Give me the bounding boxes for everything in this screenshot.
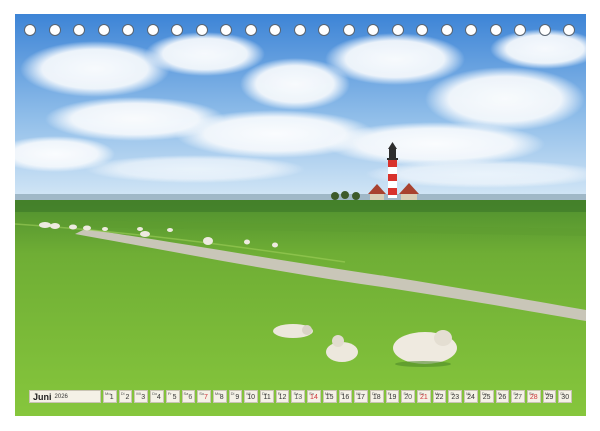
day-number: 9 xyxy=(235,394,240,401)
weekday-abbr: Fr xyxy=(167,391,172,396)
day-number: 22 xyxy=(435,394,444,401)
day-number: 17 xyxy=(357,394,365,401)
calendar-day: Fr 19 xyxy=(385,390,400,403)
calendar-day: So 21 xyxy=(417,390,431,403)
calendar-day: Mi 24 xyxy=(464,390,478,403)
day-number: 18 xyxy=(372,394,381,401)
binding-ring xyxy=(538,24,551,36)
day-number: 14 xyxy=(310,394,318,401)
calendar-day: Mi 3 xyxy=(134,390,149,403)
binding-ring xyxy=(465,24,477,36)
day-number: 23 xyxy=(451,394,460,401)
day-number: 27 xyxy=(514,394,522,401)
day-number: 11 xyxy=(263,394,271,401)
day-number: 19 xyxy=(388,394,397,401)
binding-ring xyxy=(97,24,110,36)
calendar-day: Sa 20 xyxy=(401,390,416,403)
day-number: 13 xyxy=(294,394,303,401)
year-label: 2026 xyxy=(54,394,68,400)
binding-rings xyxy=(15,24,586,38)
day-number: 30 xyxy=(561,394,570,401)
binding-ring xyxy=(269,24,281,36)
calendar-day: Sa 27 xyxy=(511,390,525,403)
day-number: 6 xyxy=(188,394,193,401)
binding-ring xyxy=(146,24,159,36)
calendar-day: Sa 6 xyxy=(181,390,196,403)
day-number: 4 xyxy=(156,394,161,401)
binding-ring xyxy=(73,24,85,36)
calendar-day: Mi 10 xyxy=(244,390,259,403)
month-label-box: Juni 2026 xyxy=(29,390,101,403)
calendar-day: Di 23 xyxy=(448,390,463,403)
day-number: 8 xyxy=(219,394,224,401)
binding-ring xyxy=(416,24,428,36)
day-number: 2 xyxy=(125,394,130,401)
binding-ring xyxy=(563,24,575,36)
weekday-abbr: Mi xyxy=(136,391,141,396)
calendar-day: Di 2 xyxy=(118,390,133,403)
calendar-day: So 28 xyxy=(526,390,541,403)
day-number: 26 xyxy=(498,394,507,401)
calendar-day: Do 18 xyxy=(369,390,384,403)
calendar-day: Di 16 xyxy=(338,390,353,403)
calendar-day: Mo 8 xyxy=(212,390,227,403)
calendar-day: Sa 13 xyxy=(291,390,306,403)
binding-ring xyxy=(391,24,404,36)
calendar-day: Di 9 xyxy=(228,390,243,403)
lighthouse-meadow-scene xyxy=(15,14,586,416)
binding-ring xyxy=(293,24,306,36)
day-number: 7 xyxy=(204,394,208,401)
calendar-day: Mo 22 xyxy=(432,390,447,403)
binding-ring xyxy=(318,24,330,36)
calendar-day: Mi 17 xyxy=(354,390,368,403)
weekday-abbr: Di xyxy=(230,391,235,396)
day-number: 25 xyxy=(482,394,491,401)
day-number: 15 xyxy=(325,394,334,401)
day-number: 5 xyxy=(172,394,177,401)
calendar-day: Mo 1 xyxy=(103,390,117,403)
day-number: 1 xyxy=(109,394,114,401)
day-number: 16 xyxy=(341,394,350,401)
binding-ring xyxy=(195,24,208,36)
landscape-photo xyxy=(15,14,586,416)
calendar-day: So 7 xyxy=(197,390,211,403)
calendar-strip: Juni 2026 Mo 1 Di 2 Mi 3 Do 4 Fr 5 Sa 6 So 7 Mo 8 Di 9 Mi 1… xyxy=(29,390,573,403)
day-number: 29 xyxy=(545,394,554,401)
calendar-day: Do 4 xyxy=(150,390,164,403)
binding-ring xyxy=(367,24,379,36)
day-number: 3 xyxy=(141,394,146,401)
day-number: 28 xyxy=(529,394,538,401)
calendar-page: Juni 2026 Mo 1 Di 2 Mi 3 Do 4 Fr 5 Sa 6 So 7 Mo 8 Di 9 Mi 1… xyxy=(0,0,600,431)
binding-ring xyxy=(244,24,257,36)
calendar-day: Fr 12 xyxy=(275,390,290,403)
day-number: 20 xyxy=(404,394,413,401)
day-number: 21 xyxy=(419,394,428,401)
calendar-day: Mo 15 xyxy=(322,390,337,403)
calendar-day: Do 25 xyxy=(479,390,494,403)
calendar-day: So 14 xyxy=(307,390,321,403)
calendar-day: Fr 26 xyxy=(495,390,510,403)
binding-ring xyxy=(220,24,232,36)
day-number: 10 xyxy=(247,394,256,401)
calendar-day: Mo 29 xyxy=(542,390,557,403)
month-name: Juni xyxy=(33,391,52,402)
binding-ring xyxy=(489,24,502,36)
binding-ring xyxy=(342,24,355,36)
calendar-day: Do 11 xyxy=(260,390,274,403)
binding-ring xyxy=(514,24,526,36)
day-number: 24 xyxy=(467,394,475,401)
binding-ring xyxy=(48,24,61,36)
day-number: 12 xyxy=(278,394,287,401)
binding-ring xyxy=(440,24,453,36)
binding-ring xyxy=(171,24,183,36)
binding-ring xyxy=(24,24,36,36)
weekday-abbr: Di xyxy=(120,391,125,396)
calendar-day: Fr 5 xyxy=(165,390,180,403)
binding-ring xyxy=(122,24,134,36)
calendar-day: Di 30 xyxy=(558,390,573,403)
